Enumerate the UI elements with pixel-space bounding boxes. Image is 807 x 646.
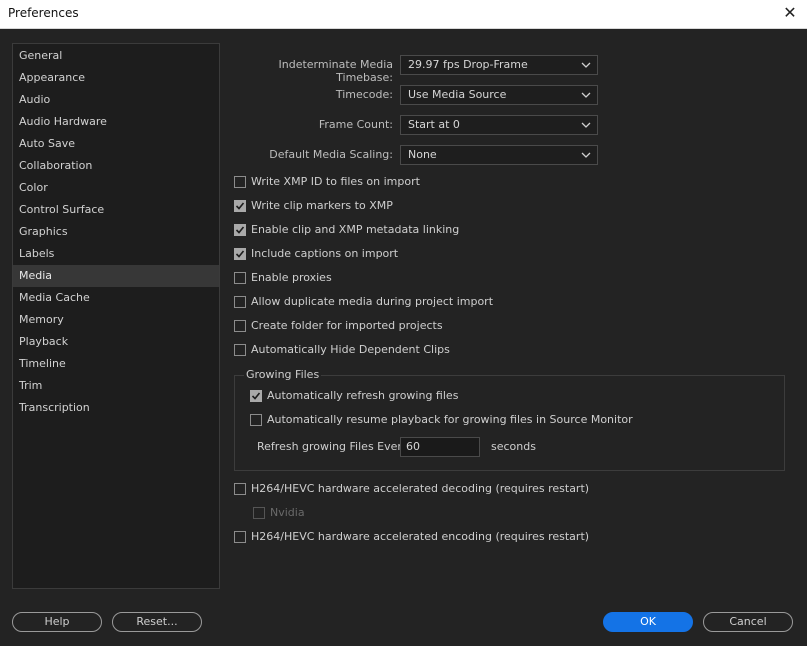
sidebar-item-trim[interactable]: Trim: [13, 375, 219, 397]
include-captions-on-import-checkbox[interactable]: Include captions on import: [234, 247, 398, 260]
scaling-value: None: [408, 148, 437, 161]
sidebar-item-audio-hardware[interactable]: Audio Hardware: [13, 111, 219, 133]
help-button[interactable]: Help: [12, 612, 102, 632]
hw-decoding-checkbox[interactable]: H264/HEVC hardware accelerated decoding …: [234, 482, 589, 495]
timecode-value: Use Media Source: [408, 88, 507, 101]
checkmark-icon: [251, 391, 261, 400]
timecode-label: Timecode:: [335, 88, 393, 101]
timecode-dropdown[interactable]: Use Media Source: [400, 85, 598, 105]
automatically-hide-dependent-clips-checkbox[interactable]: Automatically Hide Dependent Clips: [234, 343, 450, 356]
enable-clip-and-xmp-metadata-linking-checkbox[interactable]: Enable clip and XMP metadata linking: [234, 223, 459, 236]
sidebar-item-collaboration[interactable]: Collaboration: [13, 155, 219, 177]
create-folder-for-imported-projects-label: Create folder for imported projects: [251, 319, 443, 332]
sidebar-item-auto-save[interactable]: Auto Save: [13, 133, 219, 155]
auto-refresh-checkbox[interactable]: Automatically refresh growing files: [250, 389, 458, 402]
sidebar-item-graphics[interactable]: Graphics: [13, 221, 219, 243]
frame-count-label: Frame Count:: [318, 118, 393, 131]
checkmark-icon: [235, 249, 245, 258]
growing-files-title: Growing Files: [244, 368, 322, 381]
chevron-down-icon: [581, 122, 591, 128]
sidebar-item-memory[interactable]: Memory: [13, 309, 219, 331]
checkbox-box: [234, 199, 246, 212]
allow-duplicate-media-during-project-import-checkbox[interactable]: Allow duplicate media during project imp…: [234, 295, 493, 308]
refresh-interval-input[interactable]: 60: [400, 437, 480, 457]
window-title: Preferences: [8, 6, 79, 20]
enable-proxies-label: Enable proxies: [251, 271, 332, 284]
sidebar-item-appearance[interactable]: Appearance: [13, 67, 219, 89]
checkbox-box: [234, 271, 246, 284]
checkbox-box: [250, 413, 262, 426]
checkbox-box: [234, 295, 246, 308]
sidebar-item-control-surface[interactable]: Control Surface: [13, 199, 219, 221]
title-bar: Preferences ✕: [0, 0, 807, 29]
scaling-label: Default Media Scaling:: [269, 148, 393, 161]
checkbox-box: [234, 482, 246, 495]
enable-proxies-checkbox[interactable]: Enable proxies: [234, 271, 332, 284]
checkmark-icon: [235, 225, 245, 234]
sidebar-item-media[interactable]: Media: [13, 265, 219, 287]
checkbox-box: [234, 319, 246, 332]
nvidia-label: Nvidia: [270, 506, 305, 519]
preferences-sidebar: General Appearance Audio Audio Hardware Auto…: [12, 43, 220, 589]
auto-refresh-label: Automatically refresh growing files: [267, 389, 459, 402]
timebase-label: Indeterminate Media Timebase:: [278, 58, 393, 84]
sidebar-item-transcription[interactable]: Transcription: [13, 397, 219, 419]
refresh-unit-label: seconds: [491, 440, 536, 453]
checkbox-box: [234, 175, 246, 188]
frame-count-dropdown[interactable]: Start at 0: [400, 115, 598, 135]
reset-button[interactable]: Reset...: [112, 612, 202, 632]
create-folder-for-imported-projects-checkbox[interactable]: Create folder for imported projects: [234, 319, 443, 332]
write-clip-markers-to-xmp-checkbox[interactable]: Write clip markers to XMP: [234, 199, 393, 212]
sidebar-item-timeline[interactable]: Timeline: [13, 353, 219, 375]
checkbox-box: [234, 247, 246, 260]
sidebar-item-playback[interactable]: Playback: [13, 331, 219, 353]
hw-decoding-label: H264/HEVC hardware accelerated decoding …: [251, 482, 590, 495]
timebase-dropdown[interactable]: 29.97 fps Drop-Frame: [400, 55, 598, 75]
automatically-hide-dependent-clips-label: Automatically Hide Dependent Clips: [251, 343, 450, 356]
sidebar-item-color[interactable]: Color: [13, 177, 219, 199]
write-xmp-id-to-files-on-import-label: Write XMP ID to files on import: [251, 175, 420, 188]
timebase-value: 29.97 fps Drop-Frame: [408, 58, 528, 71]
auto-resume-label: Automatically resume playback for growin…: [267, 413, 633, 426]
checkbox-box: [253, 506, 265, 519]
frame-count-value: Start at 0: [408, 118, 460, 131]
include-captions-on-import-label: Include captions on import: [251, 247, 399, 260]
sidebar-item-general[interactable]: General: [13, 45, 219, 67]
checkbox-box: [234, 530, 246, 543]
sidebar-item-media-cache[interactable]: Media Cache: [13, 287, 219, 309]
checkmark-icon: [235, 201, 245, 210]
auto-resume-checkbox[interactable]: Automatically resume playback for growin…: [250, 413, 633, 426]
refresh-interval-label: Refresh growing Files Every: [257, 440, 409, 453]
allow-duplicate-media-during-project-import-label: Allow duplicate media during project imp…: [251, 295, 494, 308]
write-xmp-id-to-files-on-import-checkbox[interactable]: Write XMP ID to files on import: [234, 175, 420, 188]
chevron-down-icon: [581, 152, 591, 158]
scaling-dropdown[interactable]: None: [400, 145, 598, 165]
write-clip-markers-to-xmp-label: Write clip markers to XMP: [251, 199, 393, 212]
checkbox-box: [234, 223, 246, 236]
nvidia-checkbox: Nvidia: [253, 506, 305, 519]
close-icon[interactable]: ✕: [779, 2, 801, 24]
checkbox-box: [250, 389, 262, 402]
sidebar-item-labels[interactable]: Labels: [13, 243, 219, 265]
cancel-button[interactable]: Cancel: [703, 612, 793, 632]
ok-button[interactable]: OK: [603, 612, 693, 632]
chevron-down-icon: [581, 62, 591, 68]
sidebar-item-audio[interactable]: Audio: [13, 89, 219, 111]
hw-encoding-checkbox[interactable]: H264/HEVC hardware accelerated encoding …: [234, 530, 589, 543]
chevron-down-icon: [581, 92, 591, 98]
enable-clip-and-xmp-metadata-linking-label: Enable clip and XMP metadata linking: [251, 223, 460, 236]
checkbox-box: [234, 343, 246, 356]
hw-encoding-label: H264/HEVC hardware accelerated encoding …: [251, 530, 590, 543]
